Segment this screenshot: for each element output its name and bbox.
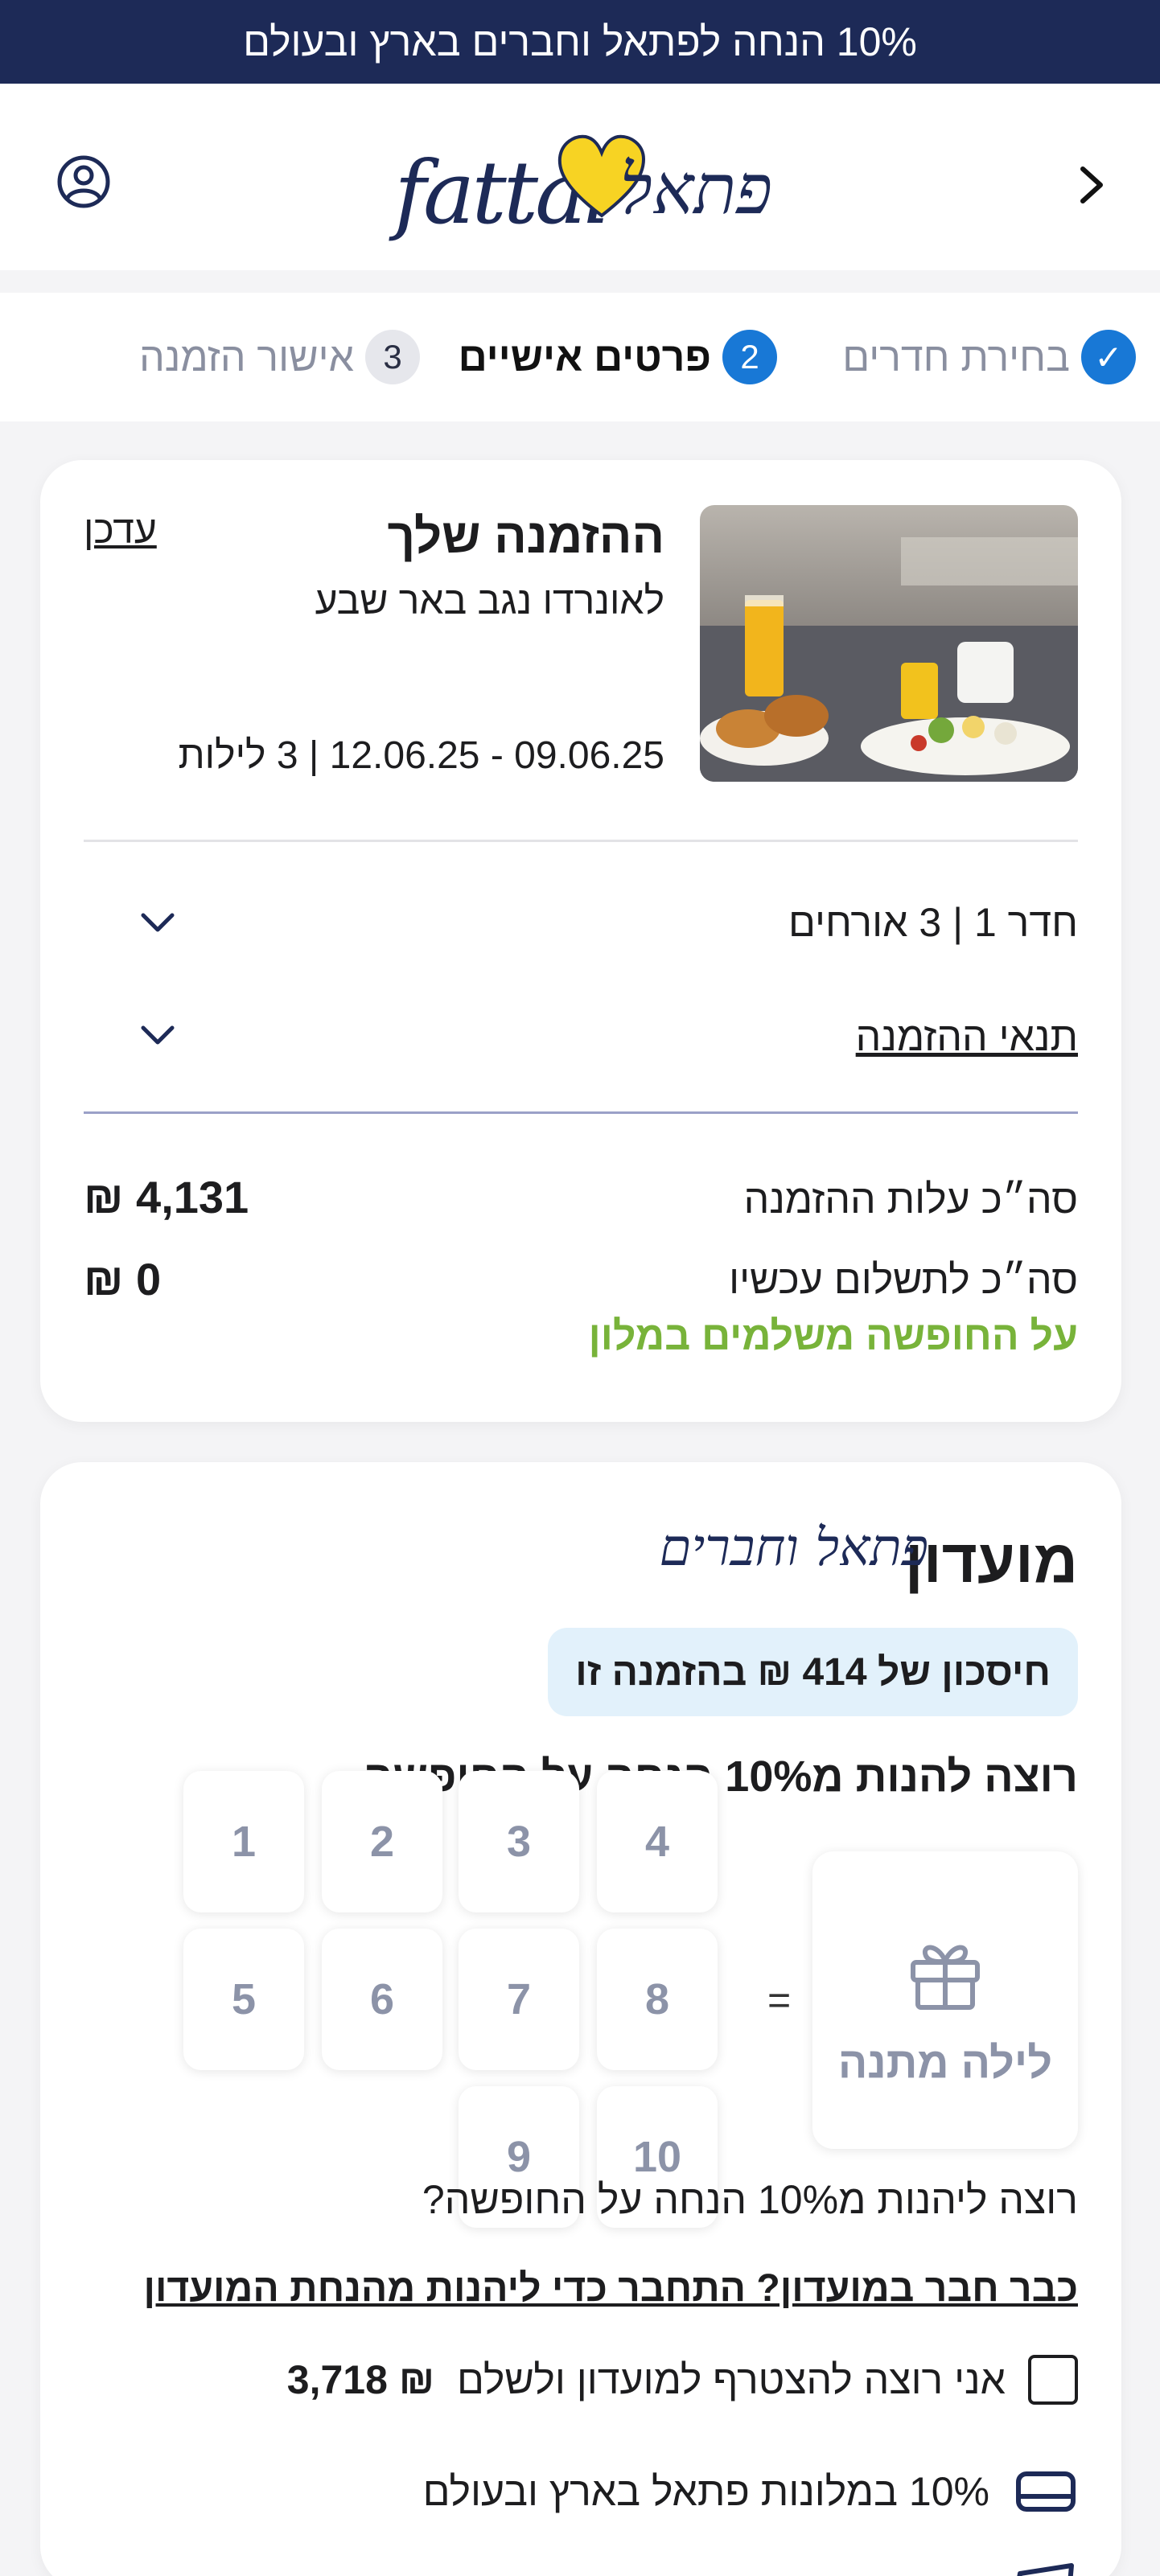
join-club-text: אני רוצה להצטרף למועדון ולשלם [457,2357,1006,2402]
step-number: 2 [722,330,777,384]
fattal-logo[interactable]: fattal פתאל [394,121,772,244]
room-guests-row[interactable]: חדר 1 | 3 אורחים [788,899,1078,946]
booking-terms-row[interactable]: תנאי ההזמנה [856,1013,1078,1060]
club-question: רוצה ליהנות מ10% הנחה על החופשה? [422,2177,1078,2222]
promo-text: 10% הנחה לפתאל וחברים בארץ ובעולם [243,19,917,64]
step-personal-details: 2 פרטים אישיים [459,325,777,389]
total-cost-label: סה״כ עלות ההזמנה [743,1177,1078,1222]
equals-sign: = [767,1978,792,2023]
site-header: fattal פתאל [0,84,1160,270]
night-tile: 5 [183,1929,304,2070]
ticket-icon [1017,2563,1074,2576]
pay-at-hotel-note: על החופשה משלמים במלון [588,1313,1078,1358]
pay-now-value: ₪ 0 [84,1254,162,1304]
night-tile: 2 [322,1771,442,1912]
booking-dates: 09.06.25 - 12.06.25 | 3 לילות [178,734,664,777]
breakfast-photo [700,505,1078,782]
join-club-option[interactable]: אני רוצה להצטרף למועדון ולשלם ₪ 3,718 [287,2355,1078,2405]
promo-banner: 10% הנחה לפתאל וחברים בארץ ובעולם [0,0,1160,84]
night-tile: 4 [597,1771,718,1912]
step-label: פרטים אישיים [458,335,711,380]
join-club-checkbox[interactable] [1028,2355,1078,2405]
booking-summary-card: ההזמנה שלך לאונרדו נגב באר שבע 09.06.25 … [40,460,1121,1422]
logo-hebrew-text: פתאל [619,150,772,230]
saving-badge: חיסכון של 414 ₪ בהזמנה זו [548,1628,1078,1716]
step-label: אישור הזמנה [139,335,354,380]
step-number: 3 [365,330,420,384]
join-club-price: ₪ 3,718 [286,2357,435,2402]
bed-icon [1016,2471,1076,2512]
member-login-link[interactable]: כבר חבר במועדון? התחבר כדי ליהנות מהנחת … [143,2266,1078,2311]
booking-title: ההזמנה שלך [387,509,664,563]
night-tile: 8 [597,1929,718,2070]
night-tile: 1 [183,1771,304,1912]
account-button[interactable] [51,150,116,214]
night-tile: 3 [459,1771,579,1912]
chevron-right-icon [1080,166,1103,203]
chevron-down-icon[interactable] [135,899,180,944]
night-tile: 7 [459,1929,579,2070]
club-perk: 10% במלונות פתאל בארץ ובעולם [423,2467,1078,2516]
club-logo-text: פתאל וחברים [659,1518,929,1578]
gift-icon [911,1945,980,2010]
step-check-icon: ✓ [1081,330,1136,384]
step-label: בחירת חדרים [842,335,1070,380]
back-button[interactable] [1060,153,1125,217]
booking-stepper: ✓ בחירת חדרים 2 פרטים אישיים 3 אישור הזמ… [0,293,1160,421]
hotel-name: לאונרדו נגב באר שבע [315,580,664,622]
divider [84,840,1078,842]
total-cost-value: ₪ 4,131 [84,1172,249,1222]
gift-night-card: לילה מתנה [812,1851,1078,2149]
chevron-down-icon[interactable] [135,1012,180,1057]
user-circle-icon [57,155,110,208]
gift-night-label: לילה מתנה [837,2039,1053,2087]
divider [84,1111,1078,1114]
step-room-selection[interactable]: ✓ בחירת חדרים [842,325,1136,389]
pay-now-label: סה״כ לתשלום עכשיו [729,1257,1078,1302]
update-booking-link[interactable]: עדכן [84,508,157,553]
club-card: מועדון פתאל וחברים חיסכון של 414 ₪ בהזמנ… [40,1462,1121,2576]
club-perk-text: 10% במלונות פתאל בארץ ובעולם [422,2469,989,2514]
club-title: מועדון [904,1527,1078,1596]
night-tile: 6 [322,1929,442,2070]
hotel-image [700,505,1078,782]
step-confirmation: 3 אישור הזמנה [139,325,420,389]
